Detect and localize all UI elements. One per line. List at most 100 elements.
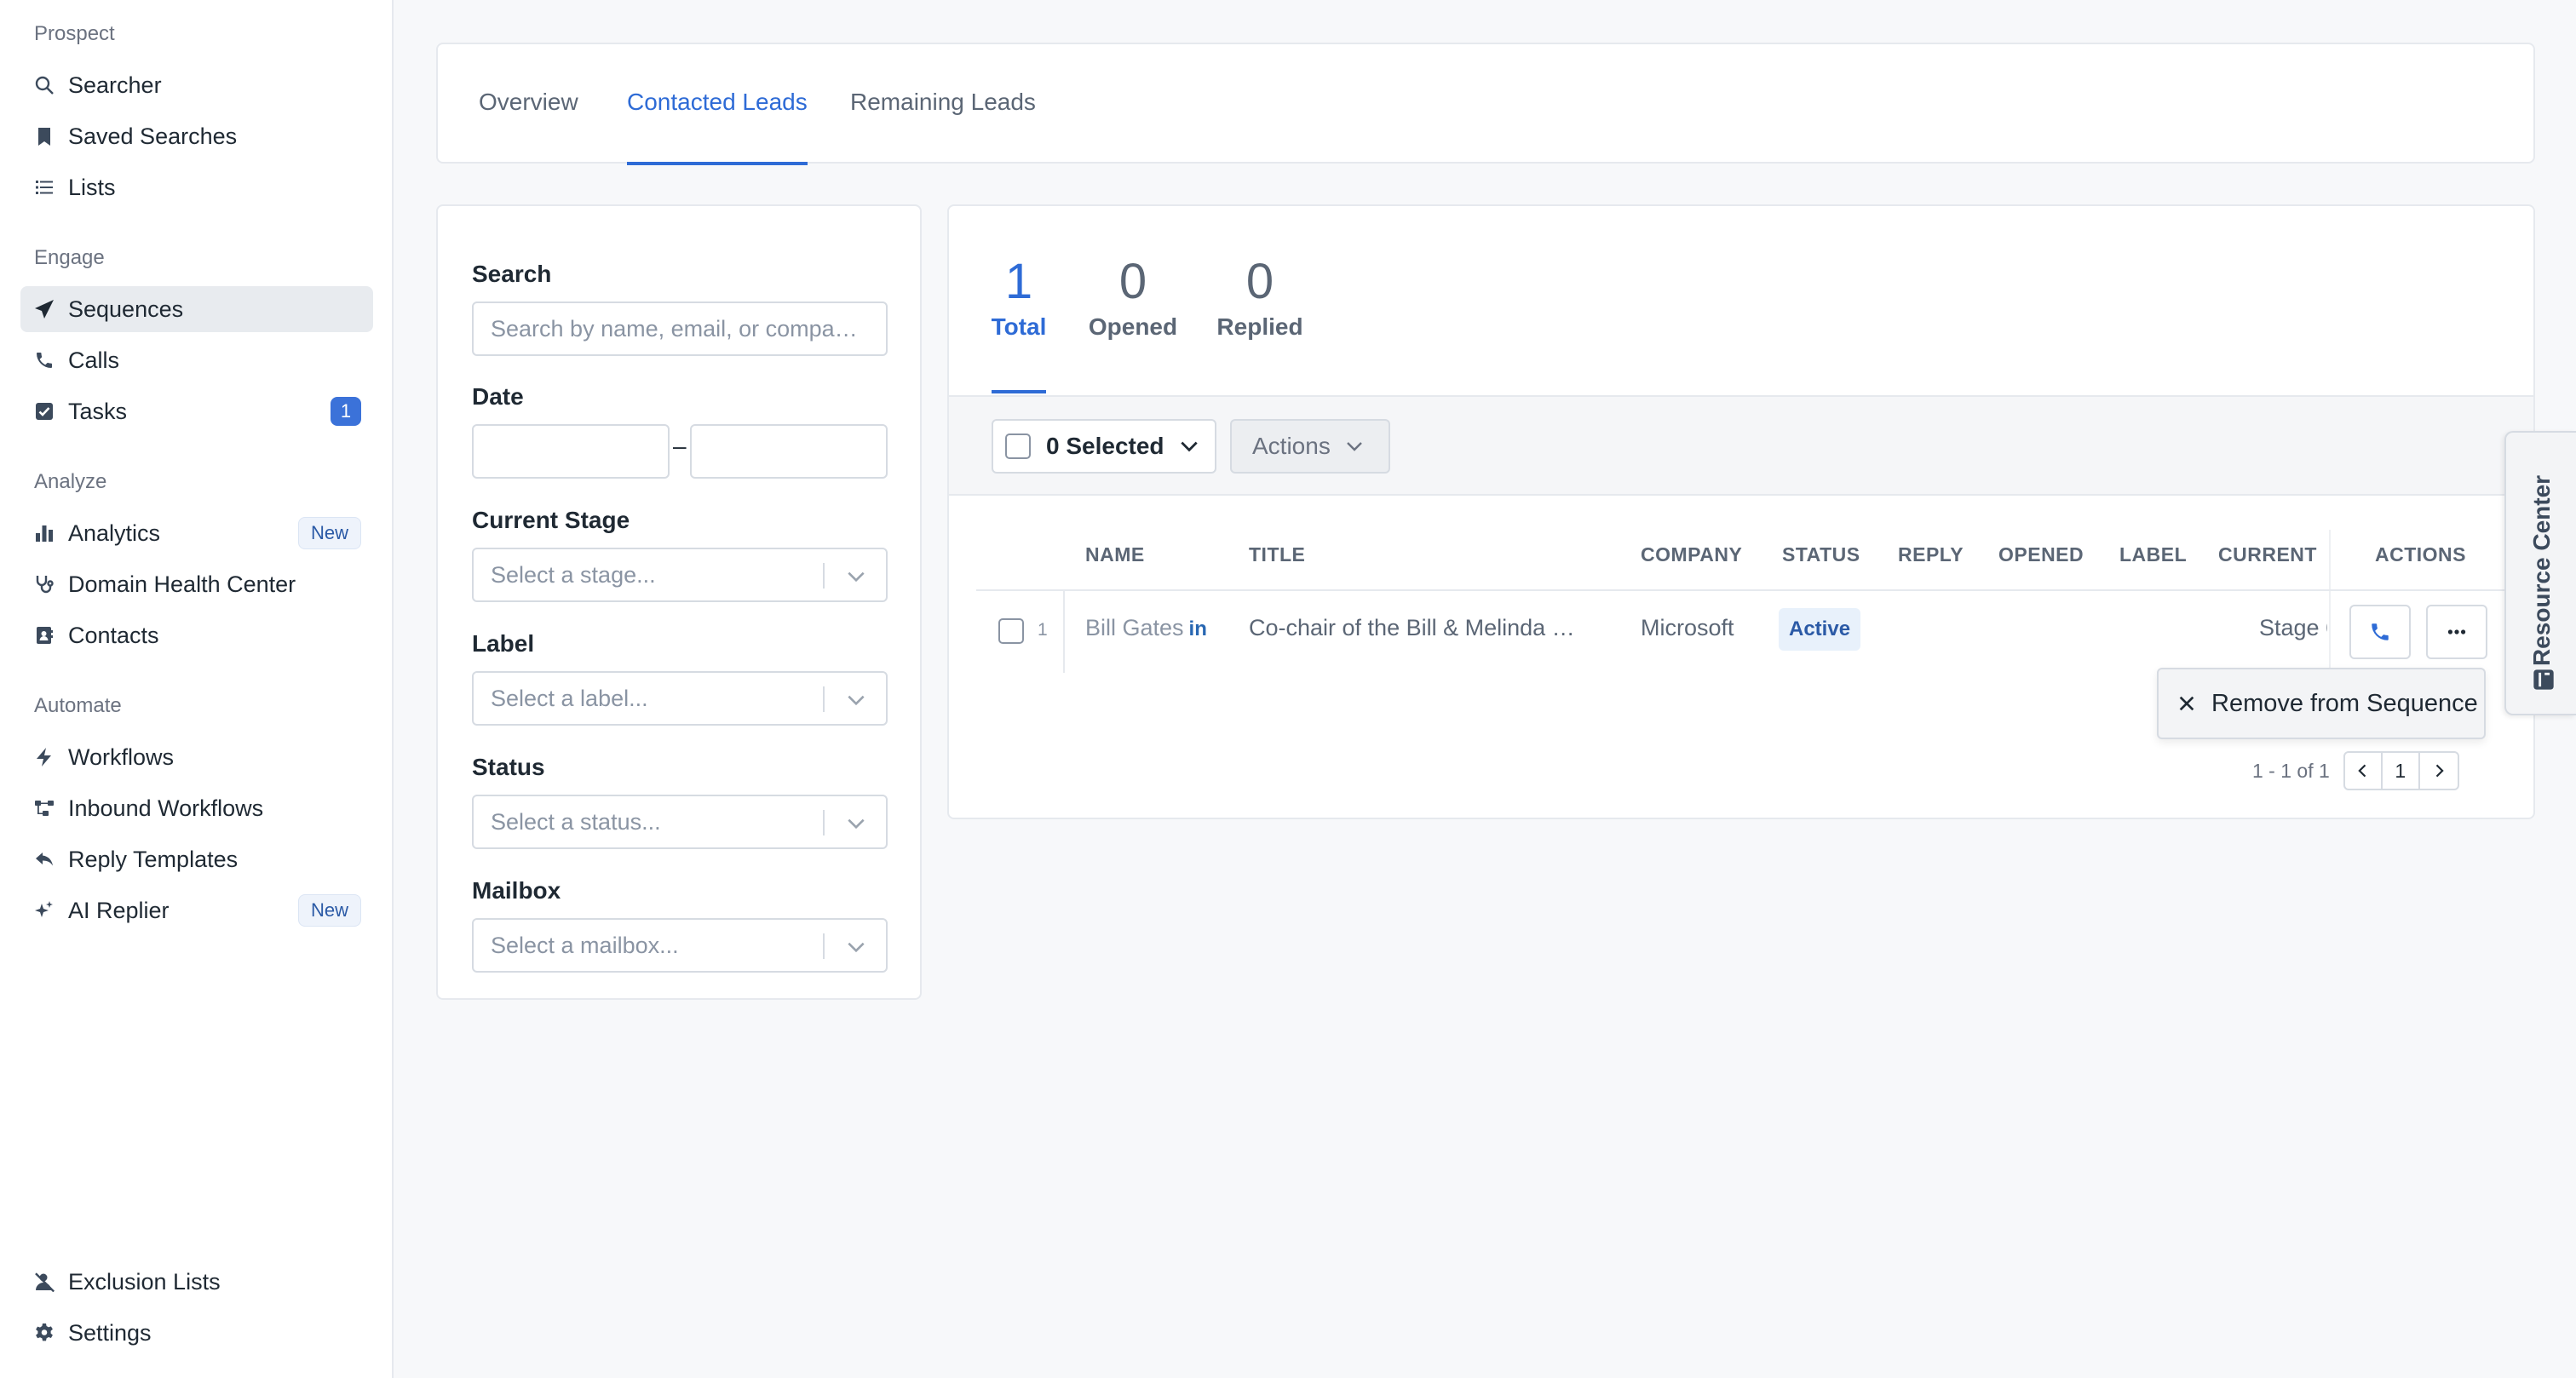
sidebar-item-label: Analytics (68, 520, 161, 546)
resource-center-label: Resource Center (2528, 474, 2555, 667)
contact-book-icon (34, 625, 55, 646)
next-page-button[interactable] (2420, 753, 2458, 789)
select-divider (823, 810, 825, 835)
table-header-divider (976, 589, 2521, 591)
stat-total[interactable]: 1 Total (990, 252, 1048, 341)
user-blocked-icon (34, 1272, 55, 1292)
resource-center-tab[interactable]: Resource Center (2504, 431, 2576, 715)
sidebar-item-analytics[interactable]: Analytics New (20, 510, 373, 556)
stat-replied-label: Replied (1216, 313, 1303, 340)
phone-icon (34, 350, 55, 370)
row-checkbox[interactable] (998, 618, 1024, 644)
sidebar-item-label: Inbound Workflows (68, 795, 264, 821)
sidebar-item-reply-templates[interactable]: Reply Templates (20, 836, 373, 882)
select-all-dropdown[interactable]: 0 Selected (992, 419, 1216, 474)
select-placeholder: Select a label... (491, 685, 648, 711)
column-header-status[interactable]: STATUS (1782, 543, 1860, 566)
linkedin-icon[interactable]: in (1189, 617, 1207, 640)
sidebar-item-label: Saved Searches (68, 123, 238, 149)
chevron-left-icon (2358, 764, 2366, 778)
date-end-field[interactable] (690, 424, 888, 479)
sidebar-item-saved-searches[interactable]: Saved Searches (20, 113, 373, 159)
status-badge: Active (1779, 608, 1861, 651)
column-header-name[interactable]: NAME (1085, 543, 1145, 566)
search-input[interactable] (472, 301, 888, 356)
tab-remaining-leads[interactable]: Remaining Leads (850, 89, 1036, 116)
stat-opened[interactable]: 0 Opened (1087, 252, 1179, 341)
sidebar-item-lists[interactable]: Lists (20, 164, 373, 210)
sidebar-item-label: Reply Templates (68, 846, 239, 872)
sidebar-item-settings[interactable]: Settings (20, 1310, 373, 1356)
page-number[interactable]: 1 (2383, 753, 2420, 789)
sidebar-item-exclusion-lists[interactable]: Exclusion Lists (20, 1259, 373, 1305)
sidebar-item-tasks[interactable]: Tasks 1 (20, 388, 373, 434)
tab-contacted-leads[interactable]: Contacted Leads (627, 89, 808, 116)
select-divider (823, 933, 825, 959)
active-tab-indicator (627, 162, 808, 165)
label-select[interactable]: Select a label... (472, 671, 888, 726)
paper-plane-icon (34, 299, 55, 319)
reply-icon (34, 849, 55, 870)
pagination-summary: 1 - 1 of 1 (2252, 759, 2330, 782)
phone-icon (2372, 623, 2389, 640)
column-header-current-stage[interactable]: CURRENT S (2218, 543, 2322, 566)
flow-icon (34, 798, 55, 818)
search-label: Search (472, 261, 552, 287)
call-button[interactable] (2349, 605, 2411, 659)
chevron-down-icon (1180, 441, 1198, 452)
column-header-reply[interactable]: REPLY (1898, 543, 1964, 566)
sidebar-item-ai-replier[interactable]: AI Replier New (20, 887, 373, 933)
chevron-down-icon (1346, 442, 1362, 451)
gear-icon (34, 1323, 55, 1343)
stethoscope-icon (34, 574, 55, 594)
more-horizontal-icon (2447, 629, 2466, 634)
section-title-automate: Automate (34, 694, 122, 717)
lead-company: Microsoft (1641, 615, 1734, 640)
current-stage-select[interactable]: Select a stage... (472, 548, 888, 602)
sidebar-item-label: Contacts (68, 622, 159, 648)
remove-from-sequence-menu-item[interactable]: Remove from Sequence (2157, 668, 2486, 739)
row-index: 1 (1038, 620, 1048, 640)
lead-name: Bill Gates (1085, 615, 1184, 640)
active-stat-indicator (992, 390, 1046, 393)
date-start-field[interactable] (472, 424, 670, 479)
label-filter-label: Label (472, 630, 535, 657)
checkbox-icon (34, 401, 55, 422)
lightning-icon (34, 747, 55, 767)
select-all-checkbox[interactable] (1005, 433, 1031, 459)
column-header-company[interactable]: COMPANY (1641, 543, 1742, 566)
select-placeholder: Select a mailbox... (491, 932, 679, 958)
lead-name-link[interactable]: Bill Gates in (1085, 615, 1207, 641)
sidebar-item-workflows[interactable]: Workflows (20, 734, 373, 780)
column-header-title[interactable]: TITLE (1249, 543, 1305, 566)
sidebar-item-inbound-workflows[interactable]: Inbound Workflows (20, 785, 373, 831)
sidebar-item-calls[interactable]: Calls (20, 337, 373, 383)
actions-button[interactable]: Actions (1230, 419, 1390, 474)
column-header-actions: ACTIONS (2375, 543, 2466, 566)
new-badge: New (297, 517, 361, 549)
chevron-down-icon (848, 942, 865, 953)
sidebar-item-label: Searcher (68, 72, 162, 98)
status-select[interactable]: Select a status... (472, 795, 888, 849)
column-header-label[interactable]: LABEL (2119, 543, 2187, 566)
prev-page-button[interactable] (2345, 753, 2383, 789)
stat-replied[interactable]: 0 Replied (1213, 252, 1307, 341)
sidebar-item-contacts[interactable]: Contacts (20, 612, 373, 658)
sidebar-item-domain-health[interactable]: Domain Health Center (20, 561, 373, 607)
section-title-engage: Engage (34, 246, 105, 269)
sparkles-icon (34, 900, 55, 921)
sidebar-item-sequences[interactable]: Sequences (20, 286, 373, 332)
stat-total-label: Total (991, 313, 1047, 340)
column-header-opened[interactable]: OPENED (1998, 543, 2084, 566)
stat-opened-label: Opened (1088, 313, 1178, 340)
tab-overview[interactable]: Overview (479, 89, 578, 116)
more-options-button[interactable] (2426, 605, 2487, 659)
mailbox-select[interactable]: Select a mailbox... (472, 918, 888, 973)
select-divider (823, 686, 825, 712)
filter-panel: Search Date – Current Stage Select a sta… (436, 204, 922, 1000)
stat-opened-value: 0 (1118, 254, 1147, 309)
sidebar-item-searcher[interactable]: Searcher (20, 62, 373, 108)
stat-total-value: 1 (1004, 254, 1033, 309)
pager-controls: 1 (2343, 751, 2459, 790)
chevron-down-icon (848, 818, 865, 830)
